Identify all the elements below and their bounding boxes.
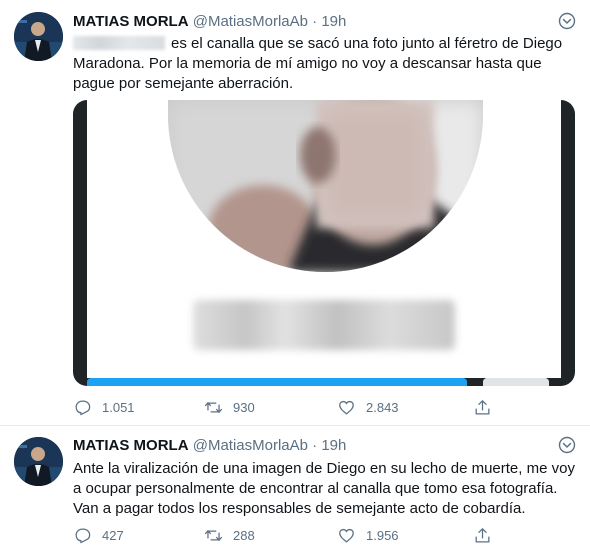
retweet-button[interactable]: 930 bbox=[204, 397, 255, 417]
retweet-icon bbox=[204, 529, 223, 541]
blurred-profile-photo bbox=[168, 100, 483, 272]
reply-icon bbox=[75, 400, 91, 415]
handle[interactable]: @MatiasMorlaAb bbox=[193, 13, 308, 30]
display-name[interactable]: MATIAS MORLA bbox=[73, 437, 189, 454]
tweet[interactable]: MATIAS MORLA @MatiasMorlaAb · 19h es el … bbox=[0, 0, 590, 425]
heart-icon bbox=[339, 400, 354, 414]
redacted-name bbox=[73, 36, 165, 50]
like-button[interactable]: 2.843 bbox=[337, 397, 399, 417]
like-count: 1.956 bbox=[366, 527, 399, 543]
tweet-media[interactable] bbox=[73, 100, 575, 386]
tweet[interactable]: MATIAS MORLA @MatiasMorlaAb · 19h Ante l… bbox=[0, 426, 590, 558]
chevron-down-icon[interactable] bbox=[557, 11, 577, 31]
follow-button-partial bbox=[87, 378, 467, 386]
dot-separator: · bbox=[312, 13, 318, 30]
share-icon bbox=[475, 399, 490, 414]
chevron-down-icon[interactable] bbox=[557, 435, 577, 455]
retweet-count: 288 bbox=[233, 527, 255, 543]
handle[interactable]: @MatiasMorlaAb bbox=[193, 437, 308, 454]
avatar-image bbox=[14, 437, 63, 486]
tweet-actions: 1.051 930 2.843 bbox=[73, 397, 513, 417]
blurred-profile-name bbox=[193, 300, 455, 350]
reply-icon bbox=[75, 528, 91, 543]
dot-separator: · bbox=[312, 437, 318, 454]
share-button[interactable] bbox=[473, 397, 492, 417]
avatar-image bbox=[14, 12, 63, 61]
avatar[interactable] bbox=[14, 437, 63, 486]
retweet-count: 930 bbox=[233, 399, 255, 415]
tweet-actions: 427 288 1.956 bbox=[73, 525, 513, 545]
share-icon bbox=[475, 527, 490, 542]
heart-icon bbox=[339, 528, 354, 542]
tweet-text: es el canalla que se sacó una foto junto… bbox=[73, 34, 578, 94]
reply-button[interactable]: 1.051 bbox=[73, 397, 135, 417]
avatar[interactable] bbox=[14, 12, 63, 61]
media-screenshot bbox=[87, 100, 561, 378]
like-count: 2.843 bbox=[366, 399, 399, 415]
display-name[interactable]: MATIAS MORLA bbox=[73, 13, 189, 30]
timestamp[interactable]: 19h bbox=[321, 437, 346, 454]
tweet-text: Ante la viralización de una imagen de Di… bbox=[73, 460, 575, 517]
share-button[interactable] bbox=[473, 525, 492, 545]
reply-count: 1.051 bbox=[102, 399, 135, 415]
retweet-button[interactable]: 288 bbox=[204, 525, 255, 545]
like-button[interactable]: 1.956 bbox=[337, 525, 399, 545]
reply-button[interactable]: 427 bbox=[73, 525, 124, 545]
secondary-button-partial bbox=[483, 378, 549, 386]
reply-count: 427 bbox=[102, 527, 124, 543]
timestamp[interactable]: 19h bbox=[321, 13, 346, 30]
retweet-icon bbox=[204, 401, 223, 413]
